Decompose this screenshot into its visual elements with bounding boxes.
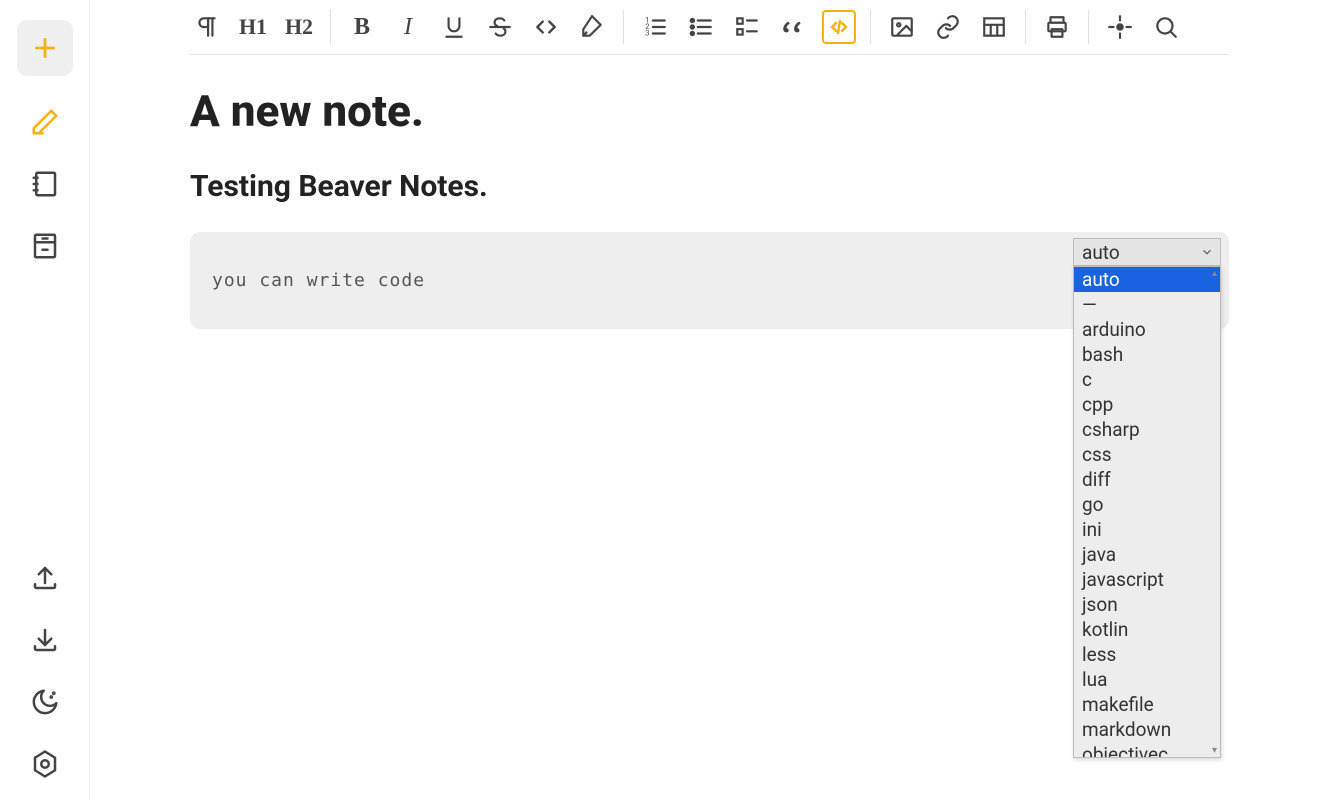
inline-code-button[interactable] [529,10,563,44]
print-button[interactable] [1040,10,1074,44]
focus-button[interactable] [1103,10,1137,44]
upload-icon [30,563,60,593]
language-option[interactable]: less [1074,642,1220,667]
image-button[interactable] [885,10,919,44]
link-button[interactable] [931,10,965,44]
underline-icon [441,14,467,40]
language-option[interactable]: markdown [1074,717,1220,742]
quote-button[interactable] [776,10,810,44]
notebook-icon [30,169,60,199]
language-option[interactable]: arduino [1074,317,1220,342]
language-option[interactable]: lua [1074,667,1220,692]
search-icon [1153,14,1179,40]
language-dropdown[interactable]: ▴ auto—arduinobashccppcsharpcssdiffgoini… [1073,266,1221,758]
table-button[interactable] [977,10,1011,44]
language-option[interactable]: bash [1074,342,1220,367]
export-button[interactable] [29,562,61,594]
language-option[interactable]: makefile [1074,692,1220,717]
language-option[interactable]: cpp [1074,392,1220,417]
task-list-icon [734,14,760,40]
code-block-icon [827,15,851,39]
task-list-button[interactable] [730,10,764,44]
bullet-list-button[interactable] [684,10,718,44]
focus-icon [1107,14,1133,40]
language-option[interactable]: json [1074,592,1220,617]
h2-button[interactable]: H2 [282,10,316,44]
archive-icon [30,231,60,261]
language-select[interactable]: auto [1073,238,1221,266]
language-select-value: auto [1082,241,1120,264]
note-title[interactable]: A new note. [190,85,1229,137]
language-dropdown-list[interactable]: auto—arduinobashccppcsharpcssdiffgoinija… [1074,267,1220,757]
edit-button[interactable] [29,106,61,138]
h1-button[interactable]: H1 [236,10,270,44]
paragraph-icon [194,14,220,40]
import-button[interactable] [29,624,61,656]
ordered-list-icon: 123 [642,14,668,40]
hex-settings-icon [30,749,60,779]
language-option[interactable]: ini [1074,517,1220,542]
toolbar-group-lists: 123 [623,10,870,44]
code-block[interactable]: auto ▴ auto—arduinobashccppcsharpcssdiff… [190,232,1229,329]
italic-button[interactable]: I [391,10,425,44]
download-icon [30,625,60,655]
language-option[interactable]: — [1074,292,1220,317]
toolbar-group-format: B I [330,10,623,44]
sidebar-top [17,20,73,262]
moon-icon [30,687,60,717]
note-content[interactable]: A new note. Testing Beaver Notes. auto ▴… [90,55,1329,329]
search-button[interactable] [1149,10,1183,44]
notebook-button[interactable] [29,168,61,200]
strikethrough-button[interactable] [483,10,517,44]
highlight-icon [579,14,605,40]
ordered-list-button[interactable]: 123 [638,10,672,44]
highlight-button[interactable] [575,10,609,44]
language-option[interactable]: css [1074,442,1220,467]
table-icon [981,14,1007,40]
language-option[interactable]: objectivec [1074,742,1220,757]
language-option[interactable]: auto [1074,267,1220,292]
code-icon [533,14,559,40]
language-option[interactable]: csharp [1074,417,1220,442]
image-icon [889,14,915,40]
sidebar-bottom [29,562,61,780]
note-subtitle[interactable]: Testing Beaver Notes. [190,169,1229,204]
toolbar-group-insert [870,10,1025,44]
pencil-icon [30,107,60,137]
bold-button[interactable]: B [345,10,379,44]
scroll-up-icon[interactable]: ▴ [1212,268,1217,279]
strikethrough-icon [487,14,513,40]
plus-icon [30,33,60,63]
toolbar-group-print [1025,10,1088,44]
toolbar-group-search [1088,10,1197,44]
toolbar: H1 H2 B I 123 [190,0,1229,55]
language-option[interactable]: kotlin [1074,617,1220,642]
link-icon [935,14,961,40]
language-option[interactable]: c [1074,367,1220,392]
archive-button[interactable] [29,230,61,262]
code-content[interactable]: you can write code [212,246,1207,291]
settings-button[interactable] [29,748,61,780]
new-note-button[interactable] [17,20,73,76]
language-option[interactable]: go [1074,492,1220,517]
language-option[interactable]: javascript [1074,567,1220,592]
toolbar-group-headings: H1 H2 [190,10,330,44]
bullet-list-icon [688,14,714,40]
quote-icon [780,14,806,40]
dark-mode-button[interactable] [29,686,61,718]
chevron-down-icon [1200,245,1214,259]
underline-button[interactable] [437,10,471,44]
paragraph-button[interactable] [190,10,224,44]
language-option[interactable]: java [1074,542,1220,567]
print-icon [1044,14,1070,40]
main-area: H1 H2 B I 123 [90,0,1329,800]
language-option[interactable]: diff [1074,467,1220,492]
svg-text:3: 3 [645,29,649,38]
code-block-button[interactable] [822,10,856,44]
scroll-down-icon[interactable]: ▾ [1212,745,1217,756]
sidebar [0,0,90,800]
